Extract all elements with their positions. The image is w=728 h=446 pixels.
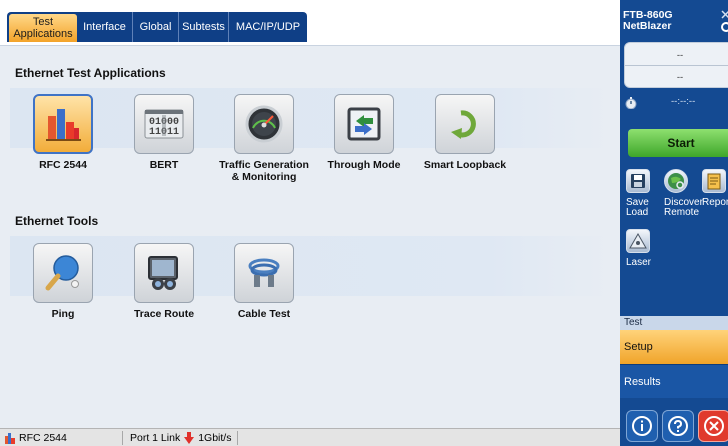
start-button[interactable]: Start bbox=[628, 129, 728, 157]
section-title-ethernet-tools: Ethernet Tools bbox=[15, 214, 99, 228]
through-arrows-icon bbox=[347, 107, 381, 141]
trace-route-icon bbox=[148, 256, 178, 290]
cable-test-button[interactable] bbox=[234, 243, 294, 303]
close-circle-icon bbox=[704, 416, 724, 436]
tab-global[interactable]: Global bbox=[133, 12, 179, 42]
report-icon-box bbox=[702, 169, 726, 193]
help-icon bbox=[668, 416, 688, 436]
tab-bar: Test Applications Interface Global Subte… bbox=[0, 0, 620, 46]
device-label: NetBlazer bbox=[623, 20, 672, 32]
tool-cable-test[interactable]: Cable Test bbox=[214, 243, 314, 320]
info-icon bbox=[632, 416, 652, 436]
status-app: RFC 2544 bbox=[4, 429, 67, 446]
cable-icon bbox=[248, 258, 280, 287]
timer-value-1: -- bbox=[676, 50, 684, 61]
status-separator bbox=[237, 431, 238, 445]
bar-chart-icon bbox=[5, 433, 15, 444]
tool-label: Ping bbox=[51, 308, 75, 320]
tab-subtests[interactable]: Subtests bbox=[179, 12, 229, 42]
tool-trace-route[interactable]: Trace Route bbox=[114, 243, 214, 320]
tab-label: MAC/IP/UDP bbox=[235, 21, 301, 33]
timer-box: -- -- bbox=[624, 42, 728, 88]
save-load-button[interactable]: Save Load bbox=[626, 169, 658, 218]
bert-button[interactable]: 01000 11011 bbox=[134, 94, 194, 154]
report-label: Report bbox=[702, 197, 728, 208]
exit-button[interactable] bbox=[698, 410, 728, 442]
app-smart-loopback[interactable]: Smart Loopback bbox=[415, 94, 515, 171]
load-label: Load bbox=[626, 207, 649, 218]
status-port-link: Port 1 Link 1Gbit/s bbox=[130, 429, 231, 446]
window-tools bbox=[720, 9, 728, 35]
tab-mac-ip-udp[interactable]: MAC/IP/UDP bbox=[229, 12, 307, 42]
status-bar: RFC 2544 Port 1 Link 1Gbit/s bbox=[0, 428, 620, 446]
report-button[interactable]: Report bbox=[702, 169, 728, 208]
tab-interface[interactable]: Interface bbox=[77, 12, 133, 42]
test-navigation: Test Setup Results bbox=[620, 316, 728, 398]
traffic-generation-button[interactable] bbox=[234, 94, 294, 154]
main-content: Ethernet Test Applications RFC 2544 0100… bbox=[0, 46, 620, 428]
app-through-mode[interactable]: Through Mode bbox=[314, 94, 414, 171]
app-traffic-generation-monitoring[interactable]: Traffic Generation & Monitoring bbox=[214, 94, 314, 183]
ping-button[interactable] bbox=[33, 243, 93, 303]
clock-value: --:--:-- bbox=[671, 96, 696, 107]
bar-chart-icon bbox=[46, 109, 81, 141]
app-label: Through Mode bbox=[327, 159, 401, 171]
info-button[interactable] bbox=[626, 410, 658, 442]
test-nav-header: Test bbox=[620, 316, 728, 330]
app-label: Smart Loopback bbox=[423, 159, 507, 171]
tab-label: Interface bbox=[83, 21, 126, 33]
timer-value-2: -- bbox=[676, 72, 684, 83]
start-label: Start bbox=[667, 136, 695, 150]
save-load-icon-box bbox=[626, 169, 650, 193]
test-nav-results[interactable]: Results bbox=[620, 364, 728, 398]
bottom-buttons bbox=[620, 406, 728, 446]
help-button[interactable] bbox=[662, 410, 694, 442]
test-nav-setup[interactable]: Setup bbox=[620, 330, 728, 364]
globe-search-icon bbox=[668, 173, 684, 189]
close-window-icon[interactable] bbox=[720, 9, 728, 35]
clock-row: --:--:-- bbox=[625, 96, 728, 110]
loopback-arrow-icon bbox=[451, 110, 476, 139]
rfc-2544-button[interactable] bbox=[33, 94, 93, 154]
timer-divider bbox=[625, 65, 728, 66]
floppy-disk-icon bbox=[631, 174, 645, 188]
status-speed: 1Gbit/s bbox=[198, 432, 232, 444]
gauge-icon bbox=[245, 105, 283, 143]
status-separator bbox=[122, 431, 123, 445]
app-bert[interactable]: 01000 11011 BERT bbox=[114, 94, 214, 171]
app-rfc-2544[interactable]: RFC 2544 bbox=[13, 94, 113, 171]
report-document-icon bbox=[707, 173, 721, 190]
app-label: RFC 2544 bbox=[39, 159, 87, 171]
ping-paddle-icon bbox=[45, 255, 79, 291]
status-app-label: RFC 2544 bbox=[19, 432, 67, 444]
trace-route-button[interactable] bbox=[134, 243, 194, 303]
discover-remote-icon-box bbox=[664, 169, 688, 193]
right-panel: FTB-860G NetBlazer -- -- --:--:-- Start bbox=[620, 0, 728, 446]
stopwatch-icon bbox=[625, 97, 637, 109]
device-name: FTB-860G NetBlazer bbox=[623, 10, 673, 32]
tab-strip: Test Applications Interface Global Subte… bbox=[7, 12, 307, 42]
status-port-label: Port 1 Link bbox=[130, 432, 181, 444]
laser-button[interactable]: Laser bbox=[626, 229, 658, 268]
section-title-test-applications: Ethernet Test Applications bbox=[15, 66, 166, 80]
link-down-arrow-icon bbox=[184, 432, 195, 444]
app-label: Traffic Generation & Monitoring bbox=[219, 159, 309, 183]
laser-warning-icon bbox=[629, 232, 647, 249]
tool-ping[interactable]: Ping bbox=[13, 243, 113, 320]
remote-label: Remote bbox=[664, 207, 700, 218]
tab-label: Global bbox=[139, 21, 172, 33]
tool-label: Cable Test bbox=[237, 308, 291, 320]
through-mode-button[interactable] bbox=[334, 94, 394, 154]
tab-label: Test Applications bbox=[13, 16, 73, 40]
discover-remote-button[interactable]: Discover Remote bbox=[664, 169, 703, 218]
laser-label: Laser bbox=[626, 257, 652, 268]
tab-test-applications[interactable]: Test Applications bbox=[9, 14, 77, 42]
laser-icon-box bbox=[626, 229, 650, 253]
tab-label: Subtests bbox=[182, 21, 225, 33]
binary-data-icon: 01000 11011 bbox=[144, 109, 184, 139]
smart-loopback-button[interactable] bbox=[435, 94, 495, 154]
tool-label: Trace Route bbox=[133, 308, 195, 320]
app-label: BERT bbox=[149, 159, 179, 171]
